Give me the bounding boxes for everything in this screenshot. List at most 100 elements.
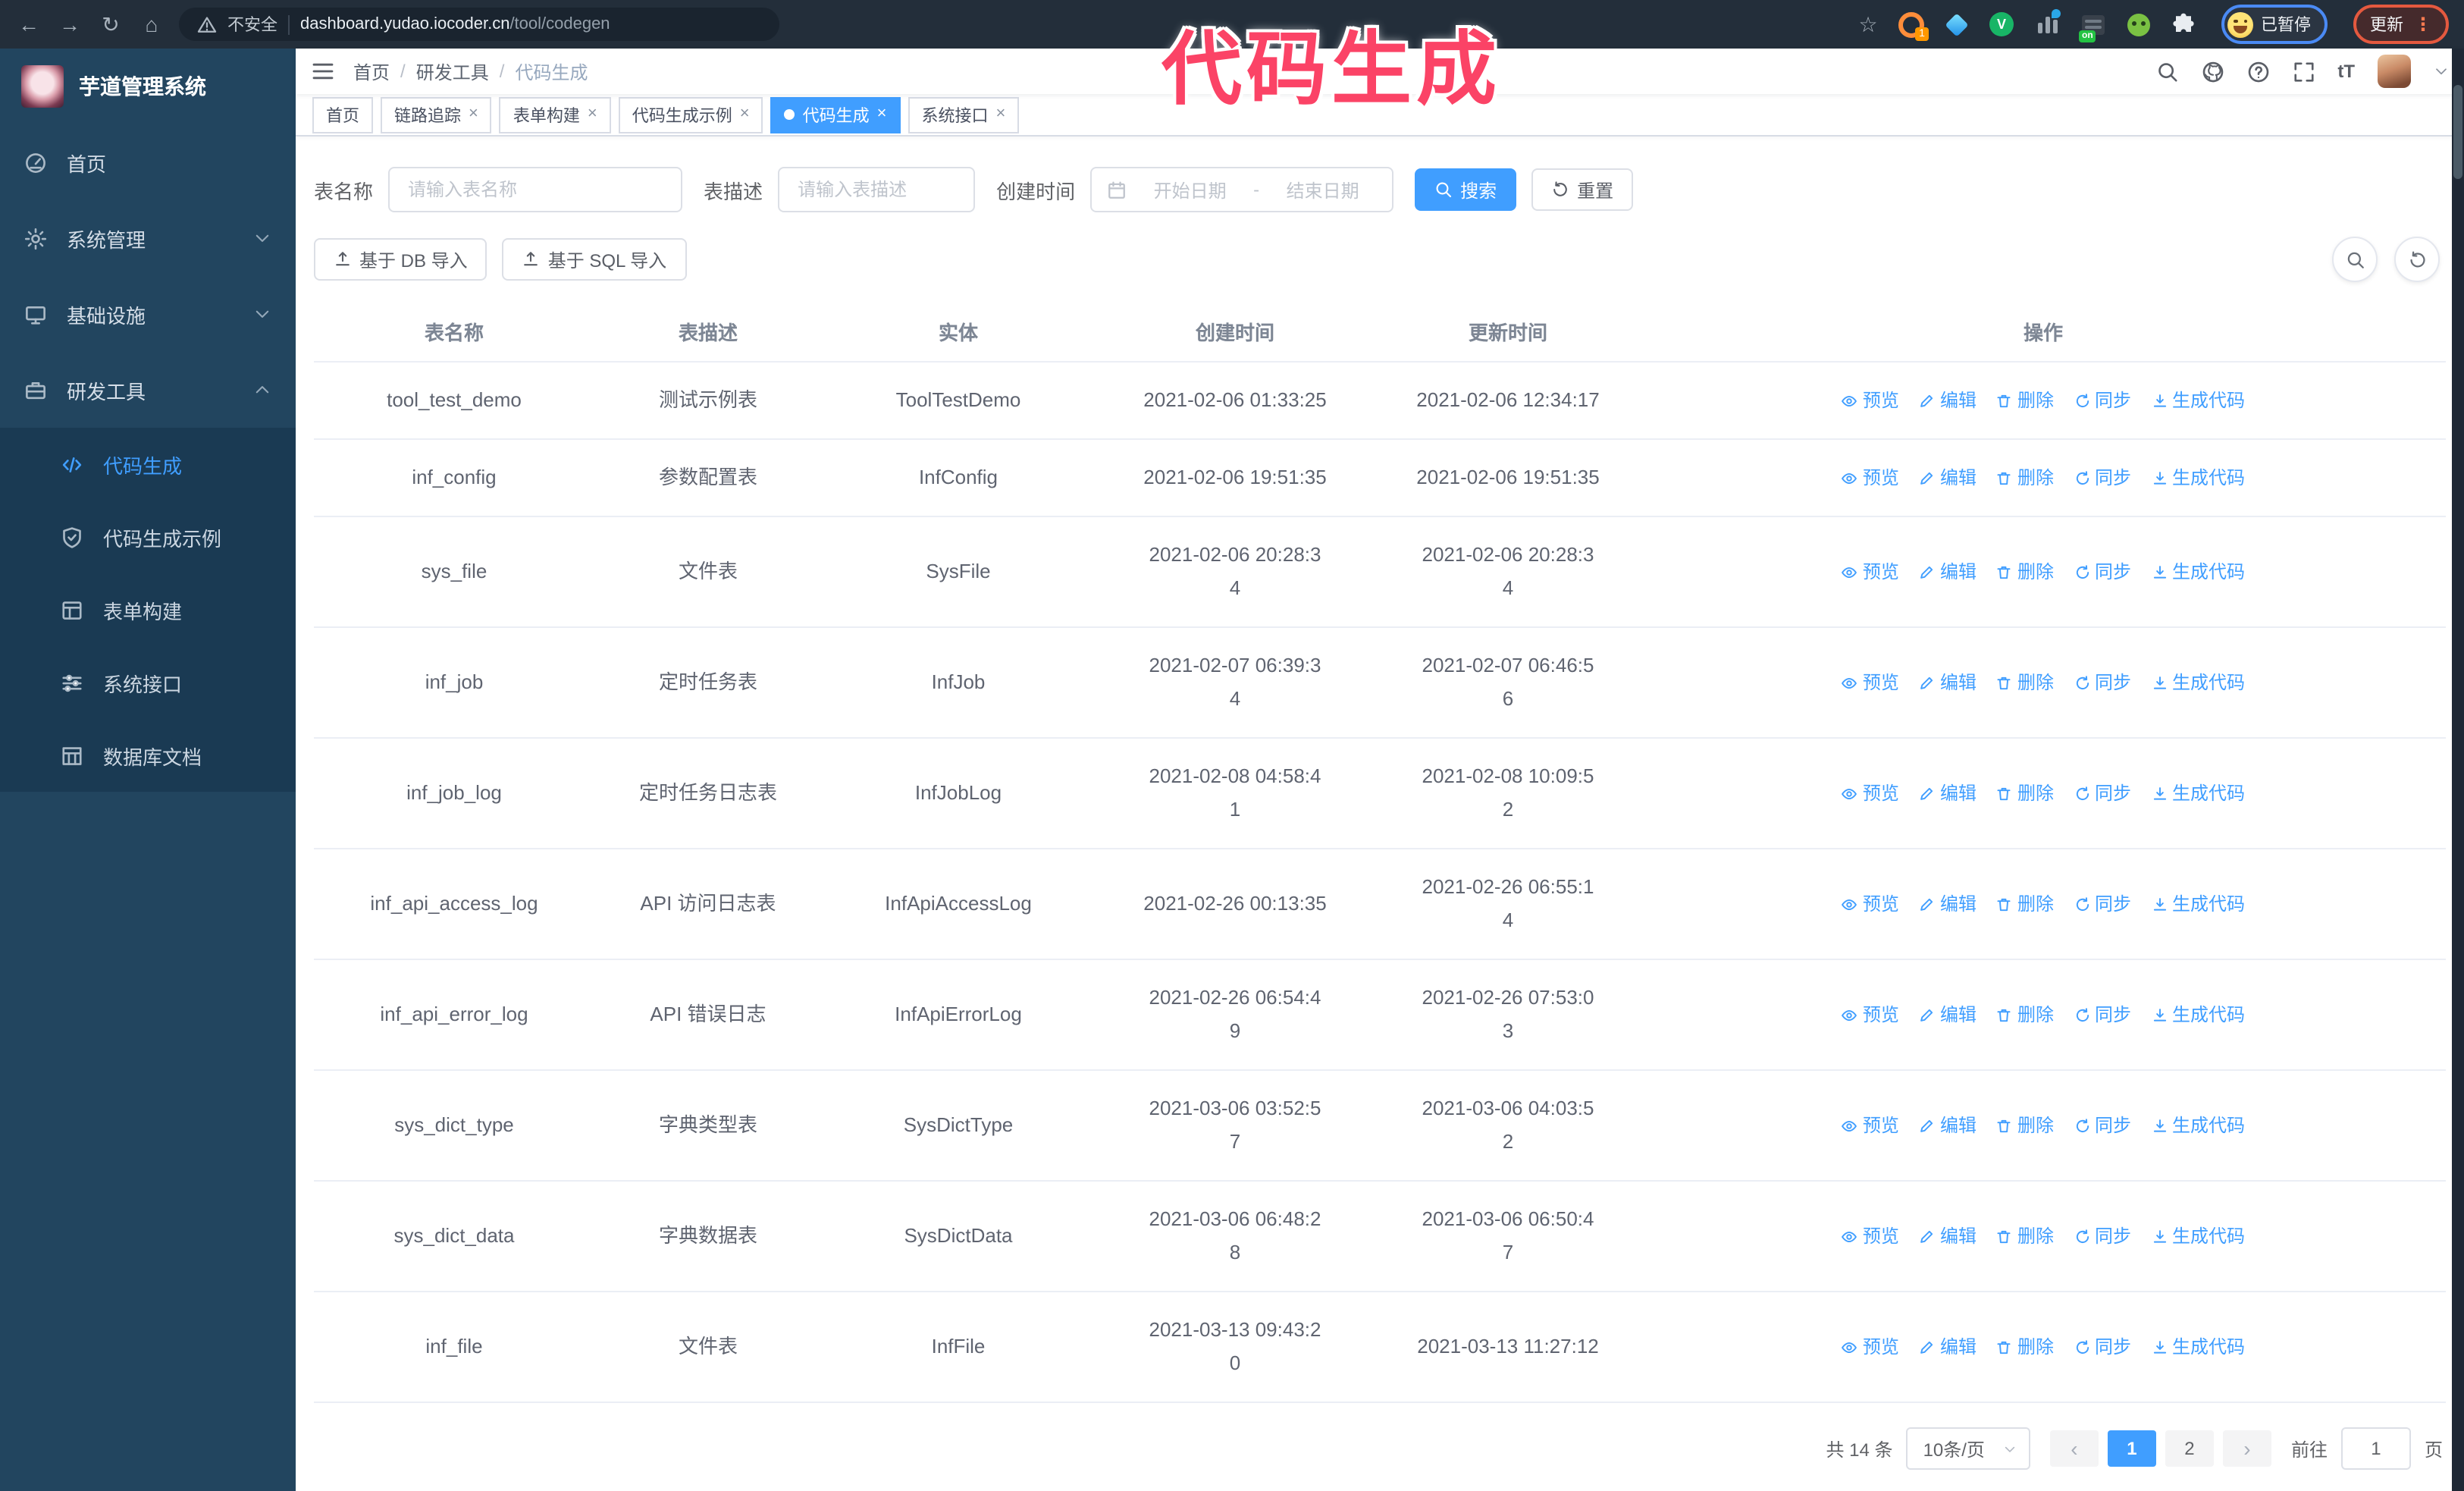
action-生成代码[interactable]: 生成代码 <box>2151 1219 2245 1253</box>
action-生成代码[interactable]: 生成代码 <box>2151 1109 2245 1142</box>
switch-extension-icon[interactable]: on <box>2077 9 2108 42</box>
action-同步[interactable]: 同步 <box>2074 887 2131 921</box>
next-page-button[interactable]: › <box>2222 1430 2271 1467</box>
action-删除[interactable]: 删除 <box>1996 666 2054 699</box>
action-删除[interactable]: 删除 <box>1996 998 2054 1031</box>
action-删除[interactable]: 删除 <box>1996 1219 2054 1253</box>
bookmark-star-icon[interactable]: ☆ <box>1854 0 1882 49</box>
action-编辑[interactable]: 编辑 <box>1919 555 1977 589</box>
tab-代码生成[interactable]: 代码生成 × <box>770 96 901 133</box>
action-编辑[interactable]: 编辑 <box>1919 666 1977 699</box>
tab-首页[interactable]: 首页 <box>312 96 373 133</box>
chevron-down-icon[interactable] <box>2434 64 2449 79</box>
fullscreen-icon[interactable] <box>2292 60 2315 83</box>
page-button-1[interactable]: 1 <box>2107 1430 2156 1467</box>
puzzle-extensions-icon[interactable] <box>2168 9 2199 39</box>
action-同步[interactable]: 同步 <box>2074 1109 2131 1142</box>
action-生成代码[interactable]: 生成代码 <box>2151 461 2245 494</box>
monkey-extension-icon[interactable] <box>2123 9 2153 39</box>
action-预览[interactable]: 预览 <box>1842 1330 1899 1364</box>
toggle-search-button[interactable] <box>2332 237 2378 282</box>
search-button[interactable]: 搜索 <box>1415 168 1517 211</box>
sidebar-subitem-表单构建[interactable]: 表单构建 <box>0 573 296 646</box>
tab-系统接口[interactable]: 系统接口 × <box>908 96 1020 133</box>
goto-page-input[interactable] <box>2340 1427 2411 1470</box>
browser-forward-icon[interactable]: → <box>56 0 83 49</box>
tab-代码生成示例[interactable]: 代码生成示例 × <box>618 96 763 133</box>
import-db-button[interactable]: 基于 DB 导入 <box>314 238 487 281</box>
hamburger-icon[interactable] <box>311 59 335 83</box>
sidebar-subitem-代码生成示例[interactable]: 代码生成示例 <box>0 501 296 573</box>
tab-表单构建[interactable]: 表单构建 × <box>499 96 611 133</box>
action-编辑[interactable]: 编辑 <box>1919 461 1977 494</box>
action-编辑[interactable]: 编辑 <box>1919 1219 1977 1253</box>
action-同步[interactable]: 同步 <box>2074 555 2131 589</box>
table-desc-input[interactable] <box>795 177 959 202</box>
sidebar-subitem-代码生成[interactable]: 代码生成 <box>0 428 296 501</box>
scrollbar-thumb[interactable] <box>2453 85 2462 179</box>
close-icon[interactable]: × <box>877 105 887 123</box>
browser-update-button[interactable]: 更新 ⋮ <box>2353 5 2449 44</box>
action-同步[interactable]: 同步 <box>2074 1219 2131 1253</box>
browser-profile-chip[interactable]: 已暂停 <box>2221 5 2328 44</box>
sidebar-item-研发工具[interactable]: 研发工具 <box>0 352 296 428</box>
close-icon[interactable]: × <box>588 105 597 123</box>
action-同步[interactable]: 同步 <box>2074 1330 2131 1364</box>
action-编辑[interactable]: 编辑 <box>1919 998 1977 1031</box>
action-预览[interactable]: 预览 <box>1842 384 1899 417</box>
table-name-input[interactable] <box>405 177 666 202</box>
action-同步[interactable]: 同步 <box>2074 666 2131 699</box>
font-size-icon[interactable]: tT <box>2337 61 2355 82</box>
action-删除[interactable]: 删除 <box>1996 1330 2054 1364</box>
refresh-table-button[interactable] <box>2394 237 2440 282</box>
prev-page-button[interactable]: ‹ <box>2049 1430 2099 1467</box>
action-编辑[interactable]: 编辑 <box>1919 1109 1977 1142</box>
action-预览[interactable]: 预览 <box>1842 998 1899 1031</box>
action-预览[interactable]: 预览 <box>1842 1219 1899 1253</box>
adblock-extension-icon[interactable]: 1 <box>1895 9 1929 41</box>
sidebar-item-首页[interactable]: 首页 <box>0 124 296 200</box>
close-icon[interactable]: × <box>469 105 478 123</box>
sidebar-subitem-数据库文档[interactable]: 数据库文档 <box>0 719 296 792</box>
search-icon[interactable] <box>2155 60 2178 83</box>
address-bar[interactable]: 不安全 dashboard.yudao.iocoder.cn/tool/code… <box>179 8 779 41</box>
page-button-2[interactable]: 2 <box>2165 1430 2214 1467</box>
action-删除[interactable]: 删除 <box>1996 555 2054 589</box>
action-同步[interactable]: 同步 <box>2074 998 2131 1031</box>
action-生成代码[interactable]: 生成代码 <box>2151 1330 2245 1364</box>
action-同步[interactable]: 同步 <box>2074 461 2131 494</box>
close-icon[interactable]: × <box>740 105 750 123</box>
action-删除[interactable]: 删除 <box>1996 887 2054 921</box>
action-预览[interactable]: 预览 <box>1842 777 1899 810</box>
browser-menu-icon[interactable]: ⋮ <box>2414 14 2432 35</box>
action-生成代码[interactable]: 生成代码 <box>2151 887 2245 921</box>
action-生成代码[interactable]: 生成代码 <box>2151 777 2245 810</box>
stats-extension-icon[interactable] <box>2032 9 2062 39</box>
import-sql-button[interactable]: 基于 SQL 导入 <box>502 238 687 281</box>
action-同步[interactable]: 同步 <box>2074 777 2131 810</box>
browser-scrollbar[interactable] <box>2452 49 2464 1491</box>
action-预览[interactable]: 预览 <box>1842 1109 1899 1142</box>
reset-button[interactable]: 重置 <box>1531 168 1634 211</box>
action-编辑[interactable]: 编辑 <box>1919 777 1977 810</box>
browser-home-icon[interactable]: ⌂ <box>138 0 165 49</box>
github-icon[interactable] <box>2201 60 2224 83</box>
help-icon[interactable] <box>2246 60 2269 83</box>
action-生成代码[interactable]: 生成代码 <box>2151 384 2245 417</box>
action-删除[interactable]: 删除 <box>1996 1109 2054 1142</box>
action-删除[interactable]: 删除 <box>1996 777 2054 810</box>
action-同步[interactable]: 同步 <box>2074 384 2131 417</box>
tab-链路追踪[interactable]: 链路追踪 × <box>381 96 492 133</box>
action-编辑[interactable]: 编辑 <box>1919 887 1977 921</box>
action-编辑[interactable]: 编辑 <box>1919 384 1977 417</box>
action-删除[interactable]: 删除 <box>1996 384 2054 417</box>
browser-back-icon[interactable]: ← <box>15 0 42 49</box>
action-预览[interactable]: 预览 <box>1842 887 1899 921</box>
breadcrumb-item[interactable]: 研发工具 <box>416 58 489 84</box>
date-range-picker[interactable]: 开始日期 - 结束日期 <box>1090 167 1394 212</box>
browser-reload-icon[interactable]: ↻ <box>97 0 124 49</box>
action-生成代码[interactable]: 生成代码 <box>2151 998 2245 1031</box>
sidebar-subitem-系统接口[interactable]: 系统接口 <box>0 646 296 719</box>
check-extension-icon[interactable]: V <box>1986 9 2017 39</box>
action-预览[interactable]: 预览 <box>1842 555 1899 589</box>
